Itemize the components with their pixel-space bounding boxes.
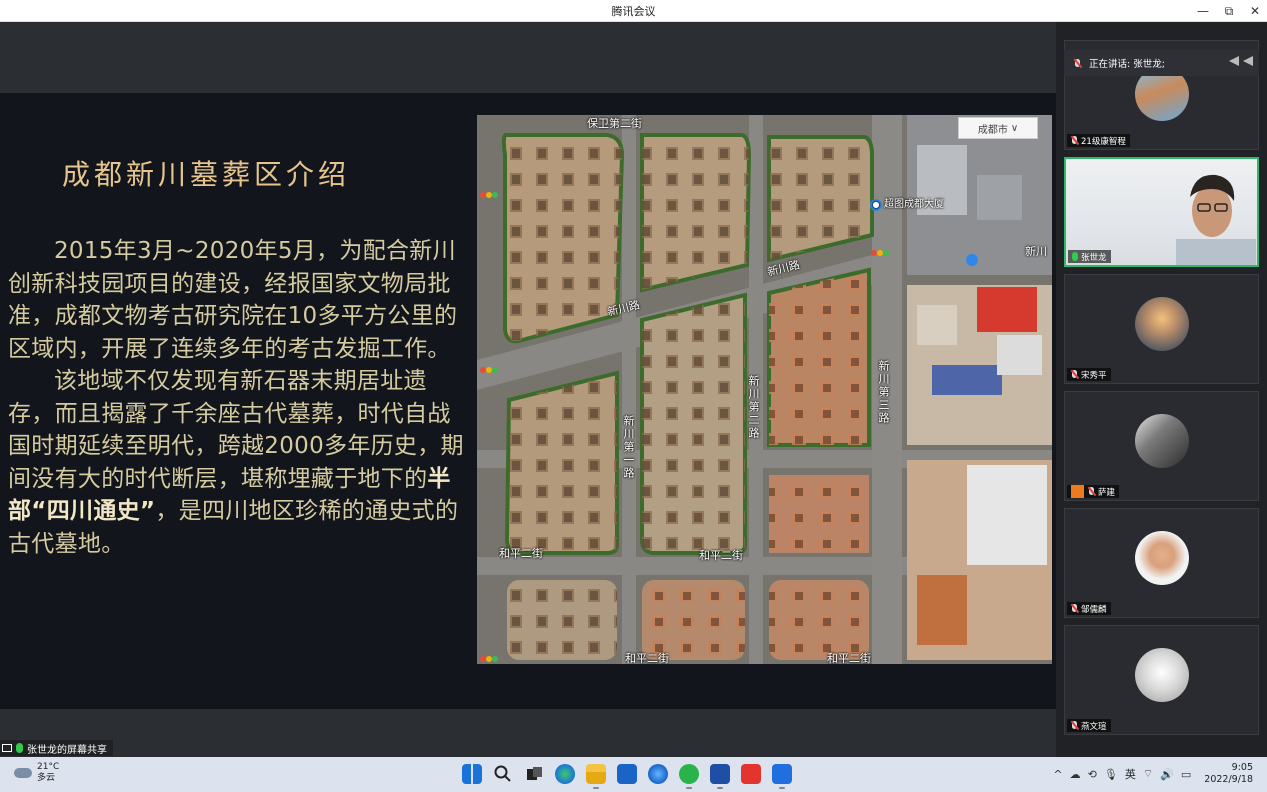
city-selector[interactable]: 成都市 ∨ [958, 117, 1038, 139]
mic-muted-icon [1071, 604, 1078, 613]
wechat-icon[interactable] [679, 764, 699, 789]
chevron-down-icon: ∨ [1010, 122, 1019, 134]
mic-muted-icon [1088, 487, 1095, 496]
avatar [1135, 531, 1189, 585]
host-badge-icon [1071, 485, 1084, 498]
chevron-up-icon[interactable]: ^ [1053, 768, 1062, 781]
wps-icon[interactable] [741, 764, 761, 784]
ime-indicator[interactable]: 英 [1125, 766, 1136, 782]
speaking-text: 正在讲话: 张世龙; [1089, 59, 1165, 70]
participant-name: 萨建 [1098, 487, 1116, 498]
battery-icon[interactable]: ▭ [1181, 768, 1191, 781]
task-view-icon[interactable] [524, 764, 544, 784]
window-title: 腾讯会议 [611, 4, 656, 18]
participant-name: 邹儒麟 [1081, 604, 1107, 615]
clock-date: 2022/9/18 [1204, 774, 1253, 785]
participant-name-tag: 邹儒麟 [1067, 602, 1111, 615]
arrow-left-icon[interactable] [1243, 56, 1253, 66]
participant-name: 宋秀平 [1081, 370, 1107, 381]
close-button[interactable]: ✕ [1249, 4, 1261, 18]
ie-browser-icon[interactable] [648, 764, 668, 784]
road-label: 和平二街 [499, 547, 543, 560]
road-label: 和平二街 [625, 652, 669, 664]
satellite-map: 成都市 ∨ ● 超图成都大厦 保卫第二街 新川路 新川路 新川第一路 新川第二路 … [477, 115, 1052, 664]
edge-browser-icon[interactable] [555, 764, 575, 784]
speaking-actions [1229, 56, 1253, 66]
weather-temp: 21°C [37, 762, 60, 772]
taskbar-apps [462, 764, 792, 789]
microphone-icon[interactable]: 🎙 [1104, 768, 1118, 781]
mic-muted-icon [1071, 721, 1078, 730]
weather-widget[interactable]: 21°C 多云 [14, 762, 59, 784]
volume-icon[interactable]: 🔊 [1160, 768, 1174, 781]
clock-time: 9:05 [1231, 762, 1253, 773]
monitor-icon [2, 744, 12, 752]
mic-muted-icon [1071, 370, 1078, 379]
road-label: 新川 [1025, 245, 1047, 258]
sync-icon[interactable]: ⟲ [1088, 768, 1097, 781]
participant-name-tag: 张世龙 [1068, 250, 1111, 263]
wifi-icon[interactable]: ⌔ [1143, 767, 1153, 781]
avatar [1135, 648, 1189, 702]
slide-title: 成都新川墓葬区介绍 [62, 158, 351, 191]
slide-paragraph-1: 2015年3月~2020年5月，为配合新川创新科技园项目的建设，经报国家文物局批… [8, 238, 458, 362]
avatar [1135, 414, 1189, 468]
screen-share-indicator[interactable]: 张世龙的屏幕共享 [0, 740, 113, 756]
window-controls: — ⧉ ✕ [1197, 0, 1261, 22]
screen-share-owner: 张世龙的屏幕共享 [27, 744, 107, 756]
slide-body: 2015年3月~2020年5月，为配合新川创新科技园项目的建设，经报国家文物局批… [8, 235, 466, 560]
participant-name-tag: 21级康智程 [1067, 134, 1130, 147]
participant-name: 21级康智程 [1081, 136, 1126, 147]
participants-panel: 正在讲话: 张世龙; 21级康智程 张世龙 宋秀平 萨建 邹儒麟 燕文瑄 [1056, 22, 1267, 757]
search-icon[interactable] [493, 764, 513, 784]
speaking-indicator: 正在讲话: 张世龙; [1064, 50, 1259, 76]
clock[interactable]: 9:05 2022/9/18 [1204, 762, 1253, 786]
title-bar: 腾讯会议 — ⧉ ✕ [0, 0, 1267, 22]
map-poi[interactable]: ● 超图成都大厦 [870, 195, 944, 211]
minimize-button[interactable]: — [1197, 4, 1209, 18]
word-icon[interactable] [710, 764, 730, 789]
participant-tile[interactable]: 邹儒麟 [1064, 508, 1259, 618]
participant-name-tag: 燕文瑄 [1067, 719, 1111, 732]
avatar [1135, 297, 1189, 351]
mic-on-icon [1072, 252, 1078, 261]
tencent-meeting-icon[interactable] [772, 764, 792, 789]
participant-name: 燕文瑄 [1081, 721, 1107, 732]
shared-screen: 成都新川墓葬区介绍 2015年3月~2020年5月，为配合新川创新科技园项目的建… [0, 22, 1056, 757]
map-imagery [477, 115, 1052, 664]
taskbar: 21°C 多云 ^ ☁ ⟲ 🎙 英 ⌔ 🔊 ▭ 9:05 2022/9/18 [0, 757, 1267, 792]
file-explorer-icon[interactable] [586, 764, 606, 789]
tencent-meeting-window: 腾讯会议 — ⧉ ✕ 成都新川墓葬区介绍 2015年3月~2020年5月，为配合… [0, 0, 1267, 792]
mic-muted-icon [1071, 136, 1078, 145]
participant-name-tag: 宋秀平 [1067, 368, 1111, 381]
map-poi-label: 超图成都大厦 [884, 199, 944, 210]
road-label: 和平二街 [699, 549, 743, 562]
slide-paragraph-2: 该地域不仅发现有新石器末期居址遗存，而且揭露了千余座古代墓葬，时代自战国时期延续… [8, 365, 466, 560]
mic-on-icon [16, 743, 23, 753]
city-selector-label: 成都市 [977, 124, 1008, 136]
participant-name: 张世龙 [1081, 252, 1107, 263]
windows-start-icon[interactable] [462, 764, 482, 784]
location-pin-icon: ● [870, 199, 882, 211]
participant-tile[interactable]: 萨建 [1064, 391, 1259, 501]
participant-tile-active[interactable]: 张世龙 [1064, 157, 1259, 267]
participant-tile[interactable]: 宋秀平 [1064, 274, 1259, 384]
road-label: 新川第二路 [747, 375, 760, 440]
road-label: 新川第三路 [877, 360, 890, 425]
participant-name-tag: 萨建 [1067, 485, 1120, 498]
restore-button[interactable]: ⧉ [1223, 4, 1235, 19]
partly-cloudy-icon [14, 763, 32, 778]
cloud-icon[interactable]: ☁ [1070, 768, 1081, 781]
weather-desc: 多云 [37, 773, 56, 783]
participant-tile[interactable]: 燕文瑄 [1064, 625, 1259, 735]
collapse-icon[interactable] [1229, 56, 1239, 66]
road-label: 新川第一路 [622, 415, 635, 480]
system-tray: ^ ☁ ⟲ 🎙 英 ⌔ 🔊 ▭ 9:05 2022/9/18 [1053, 762, 1253, 786]
road-label: 和平二街 [827, 652, 871, 664]
road-label: 保卫第二街 [587, 117, 642, 130]
slide-paragraph-2-start: 该地域不仅发现有新石器末期居址遗存，而且揭露了千余座古代墓葬，时代自战国时期延续… [8, 368, 464, 492]
mail-icon[interactable] [617, 764, 637, 784]
mic-muted-icon [1074, 58, 1081, 68]
